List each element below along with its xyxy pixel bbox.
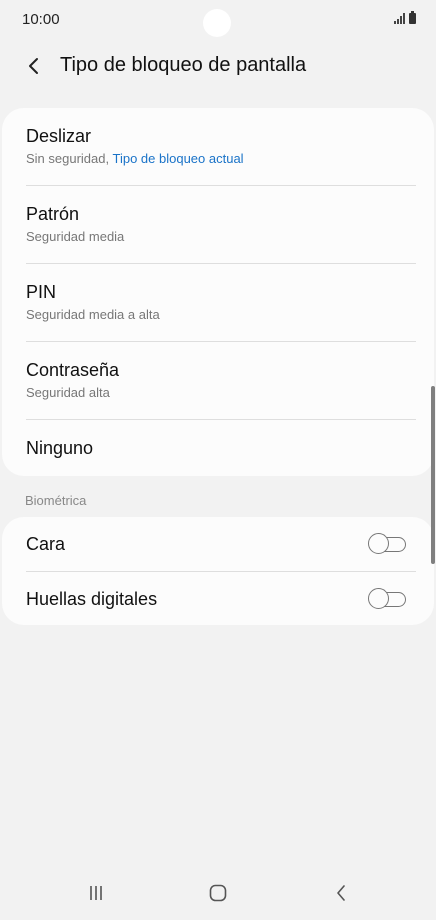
option-title: Patrón: [26, 204, 80, 224]
status-icons: [394, 11, 416, 24]
page-title: Tipo de bloqueo de pantalla: [60, 54, 307, 76]
option-pin[interactable]: PIN Seguridad media a alta: [2, 264, 434, 341]
option-patron[interactable]: Patrón Seguridad media: [2, 186, 434, 263]
option-cara[interactable]: Cara: [2, 517, 434, 571]
home-button[interactable]: [198, 878, 238, 908]
fingerprint-toggle[interactable]: [368, 588, 408, 610]
option-subtitle: Sin seguridad, Tipo de bloqueo actual: [26, 151, 244, 166]
biometrics-list: Cara Huellas digitales: [2, 517, 434, 625]
option-subtitle: Seguridad alta: [26, 385, 110, 400]
status-time: 10:00: [22, 11, 60, 28]
option-huellas-digitales[interactable]: Huellas digitales: [2, 572, 434, 625]
option-ninguno[interactable]: Ninguno: [2, 420, 434, 476]
option-subtitle: Seguridad media a alta: [26, 307, 160, 322]
battery-icon: [409, 11, 416, 24]
option-title: PIN: [26, 282, 57, 302]
lock-type-list: Deslizar Sin seguridad, Tipo de bloqueo …: [2, 108, 434, 476]
app-header: Tipo de bloqueo de pantalla: [0, 40, 436, 92]
option-title: Contraseña: [26, 360, 120, 380]
option-title: Huellas digitales: [26, 589, 158, 609]
system-back-button[interactable]: [321, 878, 361, 908]
option-title: Cara: [26, 534, 66, 554]
scrollbar[interactable]: [431, 386, 435, 564]
current-lock-type-label: Tipo de bloqueo actual: [112, 151, 244, 166]
option-deslizar[interactable]: Deslizar Sin seguridad, Tipo de bloqueo …: [2, 108, 434, 185]
status-bar: 10:00: [0, 0, 436, 40]
home-icon: [209, 884, 227, 902]
front-camera-cutout: [203, 9, 231, 37]
recents-button[interactable]: [76, 878, 116, 908]
option-contrasena[interactable]: Contraseña Seguridad alta: [2, 342, 434, 419]
navigation-bar: [0, 870, 436, 920]
option-subtitle: Seguridad media: [26, 229, 125, 244]
option-title: Ninguno: [26, 438, 94, 458]
chevron-left-icon: [29, 58, 38, 74]
section-label-biometrics: Biométrica: [25, 493, 87, 508]
recents-icon: [90, 886, 102, 900]
signal-icon: [394, 12, 405, 24]
face-recognition-toggle[interactable]: [368, 533, 408, 555]
back-button[interactable]: [18, 50, 50, 82]
option-title: Deslizar: [26, 126, 92, 146]
back-icon: [337, 885, 345, 901]
